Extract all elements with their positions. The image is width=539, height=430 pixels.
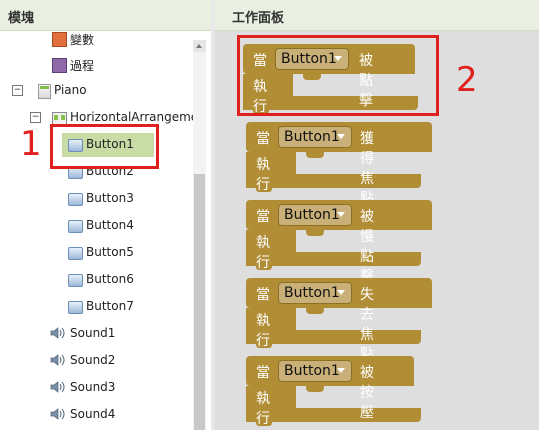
speaker-icon: [50, 327, 65, 339]
tree-item-label: 變數: [70, 33, 95, 47]
do-label: 執行: [256, 157, 270, 193]
component-dropdown[interactable]: Button1: [278, 360, 352, 382]
block-notch: [306, 308, 324, 314]
component-dropdown[interactable]: Button1: [278, 204, 352, 226]
highlight-box-2: [237, 35, 439, 116]
dropdown-arrow-icon: [337, 368, 345, 373]
blocks-panel-header: 模塊: [0, 0, 211, 31]
block-footer: [246, 174, 421, 188]
workspace-title: 工作面板: [232, 11, 285, 26]
procedures-color-icon: [52, 58, 67, 73]
event-label: 被按壓: [360, 365, 374, 421]
event-label: 獲得焦點: [360, 131, 374, 207]
when-label: 當: [256, 287, 270, 303]
scroll-thumb[interactable]: [194, 174, 205, 430]
button-icon: [68, 220, 83, 233]
event-label: 失去焦點: [360, 287, 374, 363]
collapse-toggle-icon[interactable]: −: [30, 112, 41, 123]
tree-item-label: 過程: [70, 59, 95, 73]
variables-color-icon: [52, 32, 67, 47]
block-footer: [246, 252, 421, 266]
component-dropdown[interactable]: Button1: [278, 126, 352, 148]
component-dropdown-value: Button1: [284, 207, 340, 223]
tree-item-label: Button5: [86, 245, 134, 259]
tree-item-label: HorizontalArrangemer: [70, 110, 204, 124]
block-notch: [306, 386, 324, 392]
speaker-icon: [50, 408, 65, 420]
when-label: 當: [256, 365, 270, 381]
button-icon: [68, 301, 83, 314]
tree-item-label: Piano: [54, 83, 87, 97]
speaker-icon: [50, 381, 65, 393]
tree-item-label: Sound4: [70, 407, 116, 421]
vertical-scrollbar[interactable]: [193, 40, 206, 430]
annotation-marker-1: 1: [20, 124, 42, 164]
speaker-icon: [50, 354, 65, 366]
button-icon: [68, 247, 83, 260]
button-icon: [68, 193, 83, 206]
annotation-marker-2: 2: [456, 60, 478, 100]
highlight-box-1: [50, 124, 159, 169]
do-label: 執行: [256, 235, 270, 271]
do-label: 執行: [256, 391, 270, 427]
workspace-header: 工作面板: [215, 0, 539, 31]
blocks-panel: 模塊 變數 過程 − Piano − HorizontalArrangemer …: [0, 0, 212, 430]
block-footer: [246, 330, 421, 344]
component-dropdown-value: Button1: [284, 129, 340, 145]
tree-item-label: Button7: [86, 299, 134, 313]
tree-item-label: Button3: [86, 191, 134, 205]
component-dropdown-value: Button1: [284, 363, 340, 379]
when-label: 當: [256, 131, 270, 147]
blocks-panel-title: 模塊: [8, 11, 35, 26]
component-dropdown-value: Button1: [284, 285, 340, 301]
component-dropdown[interactable]: Button1: [278, 282, 352, 304]
dropdown-arrow-icon: [337, 212, 345, 217]
do-label: 執行: [256, 313, 270, 349]
collapse-toggle-icon[interactable]: −: [12, 85, 23, 96]
block-notch: [306, 152, 324, 158]
tree-item-label: Button6: [86, 272, 134, 286]
event-label: 被慢點擊: [360, 209, 374, 285]
tree-item-label: Sound3: [70, 380, 116, 394]
tree-item-label: Button4: [86, 218, 134, 232]
tree-item-label: Sound1: [70, 326, 116, 340]
button-icon: [68, 274, 83, 287]
block-footer: [246, 408, 421, 422]
block-notch: [306, 230, 324, 236]
scroll-up-arrow-icon[interactable]: [193, 40, 206, 52]
when-label: 當: [256, 209, 270, 225]
dropdown-arrow-icon: [337, 134, 345, 139]
screen-icon: [38, 84, 51, 99]
dropdown-arrow-icon: [337, 290, 345, 295]
tree-item-label: Sound2: [70, 353, 116, 367]
